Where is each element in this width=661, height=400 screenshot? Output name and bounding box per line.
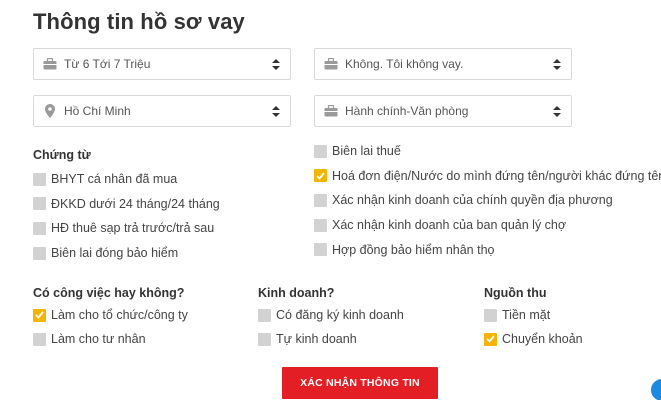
job-type-select[interactable]: Hành chính-Văn phòng xyxy=(314,95,572,127)
business-option-label: Có đăng ký kinh doanh xyxy=(276,308,404,322)
checkbox-checked-icon[interactable] xyxy=(314,169,327,183)
checkbox-unchecked-icon[interactable] xyxy=(314,243,327,257)
confirm-info-button[interactable]: XÁC NHẬN THÔNG TIN xyxy=(282,367,438,399)
page-title: Thông tin hồ sơ vay xyxy=(33,9,245,34)
checkbox-unchecked-icon[interactable] xyxy=(314,218,327,232)
document-option-label: ĐKKD dưới 24 tháng/24 tháng xyxy=(51,196,220,211)
document-option-label: BHYT cá nhân đã mua xyxy=(51,172,178,186)
document-option-label: HĐ thuê sạp trả trước/trả sau xyxy=(51,221,215,236)
document-option-label: Xác nhận kinh doanh của ban quản lý chợ xyxy=(332,218,567,233)
checkbox-unchecked-icon[interactable] xyxy=(314,193,327,207)
income-select[interactable]: Từ 6 Tới 7 Triệu xyxy=(33,48,291,80)
insurance-select-value: Không. Tôi không vay. xyxy=(345,57,464,71)
document-option-label: Biên lai thuế xyxy=(332,144,401,158)
document-option-label: Biên lai đóng bảo hiểm xyxy=(51,246,179,261)
checkbox-checked-icon[interactable] xyxy=(484,332,497,346)
employment-option-label: Làm cho tổ chức/công ty xyxy=(51,308,188,322)
select-caret-icon xyxy=(271,58,281,70)
city-select-value: Hồ Chí Minh xyxy=(64,104,131,118)
income-source-option-label: Tiền mặt xyxy=(502,308,551,322)
checkbox-unchecked-icon[interactable] xyxy=(33,172,46,186)
document-option-label: Hợp đồng bảo hiểm nhân thọ xyxy=(332,242,495,257)
employment-option-checkbox[interactable]: Làm cho tư nhân xyxy=(33,330,146,348)
location-pin-icon xyxy=(42,103,58,119)
insurance-select[interactable]: Không. Tôi không vay. xyxy=(314,48,572,80)
income-source-heading: Nguồn thu xyxy=(484,286,547,300)
income-source-option-checkbox[interactable]: Tiền mặt xyxy=(484,306,550,324)
checkbox-unchecked-icon[interactable] xyxy=(33,197,46,211)
document-option-label: Hoá đơn điện/Nước do mình đứng tên/người… xyxy=(332,168,661,183)
document-option-checkbox[interactable]: Xác nhận kinh doanh của chính quyền địa … xyxy=(314,191,613,209)
select-caret-icon xyxy=(552,58,562,70)
document-option-checkbox[interactable]: HĐ thuê sạp trả trước/trả sau xyxy=(33,219,214,237)
document-option-checkbox[interactable]: Biên lai thuế xyxy=(314,142,401,160)
employment-option-checkbox[interactable]: Làm cho tổ chức/công ty xyxy=(33,306,188,324)
document-option-checkbox[interactable]: Biên lai đóng bảo hiểm xyxy=(33,244,178,262)
checkbox-unchecked-icon[interactable] xyxy=(258,332,271,346)
business-option-checkbox[interactable]: Có đăng ký kinh doanh xyxy=(258,306,404,324)
checkbox-unchecked-icon[interactable] xyxy=(314,144,327,158)
briefcase-icon xyxy=(42,56,58,72)
checkbox-unchecked-icon[interactable] xyxy=(484,308,497,322)
income-source-option-checkbox[interactable]: Chuyển khoản xyxy=(484,330,583,348)
income-source-option-label: Chuyển khoản xyxy=(502,332,583,346)
document-option-label: Xác nhận kinh doanh của chính quyền địa … xyxy=(332,193,613,208)
job-type-select-value: Hành chính-Văn phòng xyxy=(345,104,469,118)
business-option-checkbox[interactable]: Tự kinh doanh xyxy=(258,330,357,348)
city-select[interactable]: Hồ Chí Minh xyxy=(33,95,291,127)
business-option-label: Tự kinh doanh xyxy=(276,332,357,346)
checkbox-checked-icon[interactable] xyxy=(33,308,46,322)
business-heading: Kinh doanh? xyxy=(258,286,335,300)
document-option-checkbox[interactable]: ĐKKD dưới 24 tháng/24 tháng xyxy=(33,195,220,213)
document-option-checkbox[interactable]: BHYT cá nhân đã mua xyxy=(33,170,177,188)
chat-bubble-icon[interactable] xyxy=(649,377,661,400)
checkbox-unchecked-icon[interactable] xyxy=(33,332,46,346)
select-caret-icon xyxy=(271,105,281,117)
checkbox-unchecked-icon[interactable] xyxy=(33,246,46,260)
document-option-checkbox[interactable]: Xác nhận kinh doanh của ban quản lý chợ xyxy=(314,216,566,234)
employment-heading: Có công việc hay không? xyxy=(33,286,185,300)
employment-option-label: Làm cho tư nhân xyxy=(51,332,146,346)
briefcase-icon xyxy=(323,103,339,119)
checkbox-unchecked-icon[interactable] xyxy=(33,221,46,235)
document-option-checkbox[interactable]: Hoá đơn điện/Nước do mình đứng tên/người… xyxy=(314,167,661,185)
select-caret-icon xyxy=(552,105,562,117)
document-option-checkbox[interactable]: Hợp đồng bảo hiểm nhân thọ xyxy=(314,241,494,259)
briefcase-icon xyxy=(323,56,339,72)
income-select-value: Từ 6 Tới 7 Triệu xyxy=(64,57,151,71)
documents-heading: Chứng từ xyxy=(33,148,91,162)
checkbox-unchecked-icon[interactable] xyxy=(258,308,271,322)
